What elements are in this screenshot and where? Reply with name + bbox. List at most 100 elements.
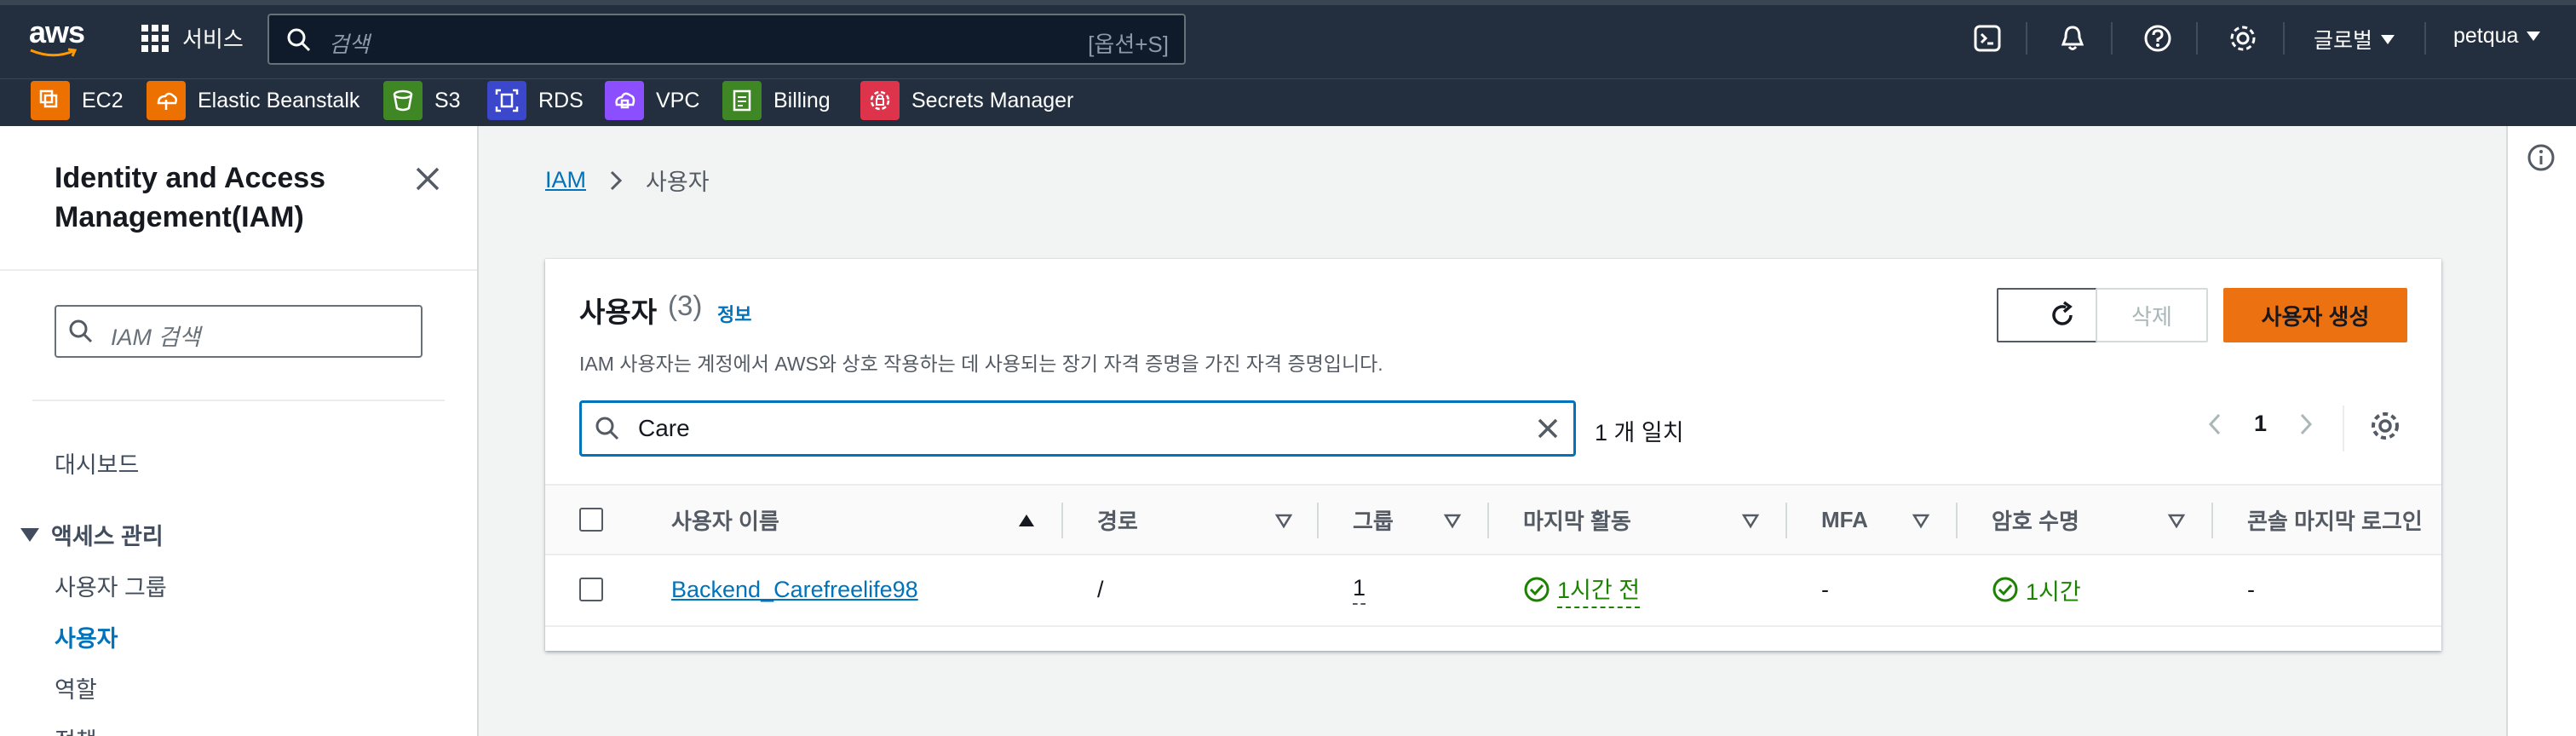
favorite-s3[interactable]: S3 xyxy=(383,79,461,122)
chevron-right-icon[interactable] xyxy=(2292,411,2318,437)
username-link[interactable]: Backend_Carefreelife98 xyxy=(671,577,918,603)
nav-divider xyxy=(2196,22,2198,55)
breadcrumb-iam-link[interactable]: IAM xyxy=(545,167,586,193)
breadcrumb-current: 사용자 xyxy=(646,170,710,195)
filter-value: Care xyxy=(638,415,690,441)
sort-ascending-icon[interactable] xyxy=(1017,511,1036,530)
nav-divider xyxy=(2283,22,2285,55)
match-count: 1 개 일치 xyxy=(1595,420,1684,446)
favorite-vpc[interactable]: VPC xyxy=(605,79,699,122)
console-last-login-cell: - xyxy=(2247,576,2255,602)
delete-button[interactable]: 삭제 xyxy=(2096,288,2208,342)
sort-icon[interactable] xyxy=(1741,511,1760,530)
close-icon[interactable] xyxy=(412,164,443,194)
sidebar-title[interactable]: Identity and Access Management(IAM) xyxy=(55,158,395,237)
groups-count[interactable]: 1 xyxy=(1353,575,1366,605)
rds-icon xyxy=(487,81,526,120)
sidebar-item-users[interactable]: 사용자 xyxy=(55,620,118,653)
pagination: 1 xyxy=(2203,411,2318,437)
bell-icon[interactable] xyxy=(2055,20,2090,56)
current-page[interactable]: 1 xyxy=(2254,411,2267,437)
aws-logo-text: aws xyxy=(29,14,85,49)
column-header-path[interactable]: 경로 xyxy=(1097,486,1138,554)
sort-icon[interactable] xyxy=(1274,511,1293,530)
column-header-last-activity[interactable]: 마지막 활동 xyxy=(1523,486,1631,554)
username-cell: Backend_Carefreelife98 xyxy=(671,555,918,624)
column-header-groups[interactable]: 그룹 xyxy=(1353,486,1394,554)
favorite-label: Elastic Beanstalk xyxy=(198,88,360,112)
column-divider xyxy=(1061,503,1063,538)
sort-icon[interactable] xyxy=(1912,511,1930,530)
groups-cell: 1 xyxy=(1353,555,1366,624)
user-count: (3) xyxy=(668,290,703,321)
create-user-button[interactable]: 사용자 생성 xyxy=(2223,288,2407,342)
favorites-bar: EC2 Elastic Beanstalk S3 RDS VPC Billing… xyxy=(0,78,2576,126)
sidebar-item-user-groups[interactable]: 사용자 그룹 xyxy=(55,569,167,602)
favorite-label: RDS xyxy=(538,88,584,112)
refresh-icon xyxy=(2052,301,2073,325)
breadcrumb: IAM 사용자 xyxy=(545,164,710,197)
column-header-console-last-login[interactable]: 콘솔 마지막 로그인 xyxy=(2247,486,2423,554)
favorite-label: Secrets Manager xyxy=(911,88,1074,112)
aws-logo[interactable]: aws xyxy=(29,17,89,58)
select-all-checkbox[interactable] xyxy=(579,508,603,532)
column-divider xyxy=(1956,503,1958,538)
top-navigation: aws 서비스 검색 [옵션+S] 글로벌 petqua xyxy=(0,0,2576,78)
column-divider xyxy=(1487,503,1489,538)
sidebar-group-label: 액세스 관리 xyxy=(51,524,164,549)
favorite-label: EC2 xyxy=(82,88,124,112)
password-age-cell: 1시간 xyxy=(1992,555,2081,624)
favorite-billing[interactable]: Billing xyxy=(722,79,831,122)
sidebar-item-dashboard[interactable]: 대시보드 xyxy=(55,446,139,480)
column-header-username[interactable]: 사용자 이름 xyxy=(671,486,779,554)
row-checkbox[interactable] xyxy=(579,578,603,601)
favorite-rds[interactable]: RDS xyxy=(487,79,584,122)
search-placeholder: 검색 xyxy=(329,32,370,57)
grid-icon xyxy=(141,24,169,52)
global-search-input[interactable]: 검색 [옵션+S] xyxy=(267,14,1186,65)
favorite-elastic-beanstalk[interactable]: Elastic Beanstalk xyxy=(147,79,359,122)
info-link[interactable]: 정보 xyxy=(717,300,751,327)
s3-icon xyxy=(383,81,423,120)
table-settings-gear-icon[interactable] xyxy=(2368,409,2402,443)
gear-icon[interactable] xyxy=(2225,20,2261,56)
cloudshell-icon[interactable] xyxy=(1969,20,2005,56)
page-description: IAM 사용자는 계정에서 AWS와 상호 작용하는 데 사용되는 장기 자격 … xyxy=(579,353,1383,375)
favorite-ec2[interactable]: EC2 xyxy=(31,79,124,122)
last-activity-cell: 1시간 전 xyxy=(1523,555,1641,624)
favorite-secrets-manager[interactable]: Secrets Manager xyxy=(860,79,1073,122)
sidebar-item-roles[interactable]: 역할 xyxy=(55,671,97,704)
sidebar-group-access-management[interactable]: 액세스 관리 xyxy=(20,518,164,551)
last-activity-value: 1시간 전 xyxy=(1557,572,1641,608)
caret-down-icon xyxy=(2381,34,2395,44)
sidebar-item-policies[interactable]: 정책 xyxy=(55,722,97,736)
favorite-label: S3 xyxy=(434,88,461,112)
sort-icon[interactable] xyxy=(1443,511,1462,530)
info-icon[interactable] xyxy=(2527,143,2556,172)
aws-smile-icon xyxy=(30,48,78,57)
sidebar-search-input[interactable]: IAM 검색 xyxy=(55,305,423,358)
sort-icon[interactable] xyxy=(2167,511,2186,530)
column-header-mfa[interactable]: MFA xyxy=(1821,486,1868,554)
sidebar-divider xyxy=(32,400,445,401)
chevron-left-icon[interactable] xyxy=(2203,411,2228,437)
region-selector[interactable]: 글로벌 xyxy=(2314,24,2395,55)
success-check-icon xyxy=(1524,577,1550,602)
caret-down-icon xyxy=(2527,32,2541,41)
help-icon[interactable] xyxy=(2140,20,2176,56)
page-title: 사용자 xyxy=(579,296,658,328)
clear-filter-icon[interactable] xyxy=(1534,415,1561,442)
account-menu[interactable]: petqua xyxy=(2453,24,2541,49)
column-divider xyxy=(1785,503,1787,538)
users-table-container: 사용자 (3) 정보 IAM 사용자는 계정에서 AWS와 상호 작용하는 데 … xyxy=(545,259,2441,651)
services-menu-button[interactable]: 서비스 xyxy=(141,22,244,54)
column-divider xyxy=(2211,503,2213,538)
vpc-icon xyxy=(605,81,644,120)
user-filter-input[interactable]: Care xyxy=(579,400,1576,457)
region-label: 글로벌 xyxy=(2314,29,2373,53)
nav-divider xyxy=(2424,22,2426,55)
last-activity-status[interactable]: 1시간 전 xyxy=(1523,572,1641,608)
column-divider xyxy=(1317,503,1319,538)
column-header-password-age[interactable]: 암호 수명 xyxy=(1992,486,2079,554)
billing-icon xyxy=(722,81,762,120)
